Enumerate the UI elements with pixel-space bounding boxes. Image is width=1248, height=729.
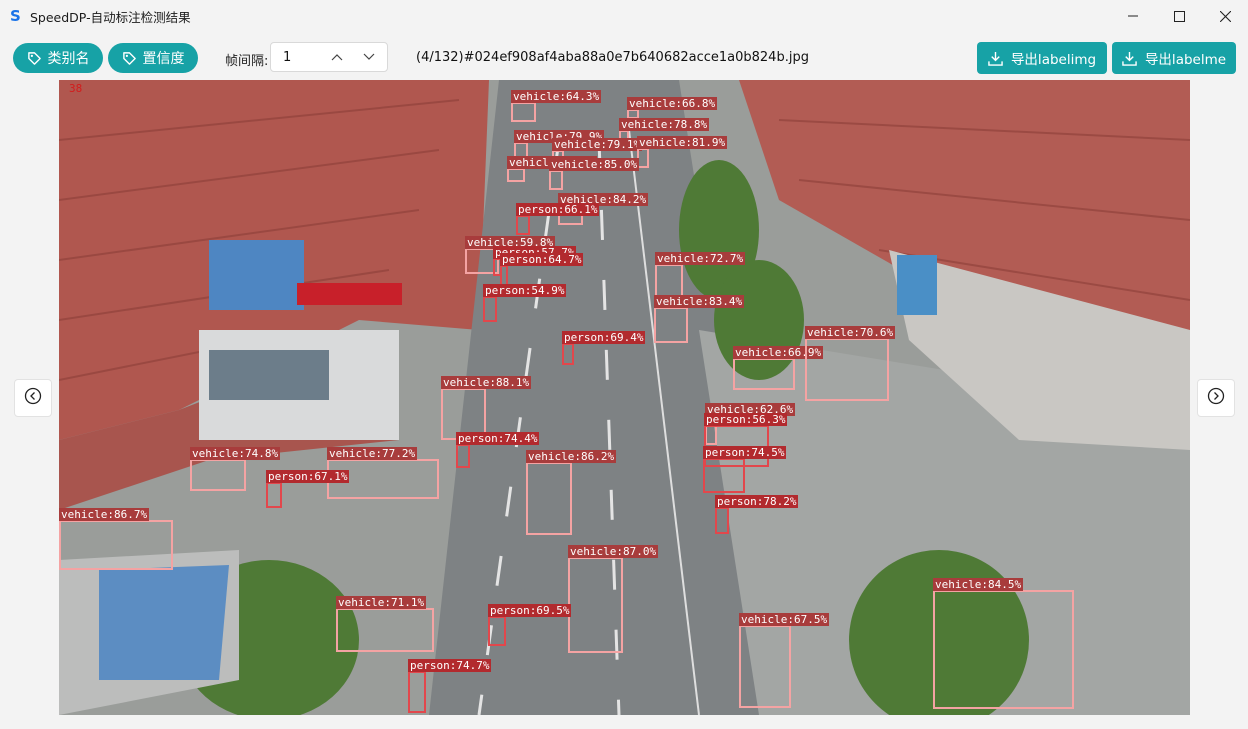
- person-detection-box[interactable]: person:69.5%: [488, 604, 572, 646]
- vehicle-detection-box[interactable]: vehicle:71.1%: [336, 596, 434, 652]
- detection-label: person:56.3%: [704, 413, 788, 426]
- maximize-icon[interactable]: [1156, 0, 1202, 32]
- frame-interval-spinbox[interactable]: 1: [270, 42, 388, 72]
- detection-label: vehicle:78.8%: [619, 118, 710, 131]
- person-detection-box[interactable]: person:66.1%: [516, 203, 600, 235]
- download-icon: [1122, 51, 1137, 66]
- detection-label: vehicle:81.9%: [637, 136, 728, 149]
- person-detection-box[interactable]: person:74.5%: [703, 446, 787, 493]
- detection-label: person:54.9%: [483, 284, 567, 297]
- chevron-up-icon[interactable]: [323, 43, 351, 71]
- detection-label: person:74.4%: [456, 432, 540, 445]
- person-detection-box[interactable]: person:54.9%: [483, 284, 567, 322]
- tag-icon: [27, 51, 42, 66]
- vehicle-detection-box[interactable]: vehicle:87.0%: [568, 545, 659, 653]
- detection-label: vehicle:64.3%: [511, 90, 602, 103]
- detection-label: person:67.1%: [266, 470, 350, 483]
- next-image-button[interactable]: [1197, 379, 1235, 417]
- detection-label: vehicle:86.7%: [59, 508, 150, 521]
- detection-label: person:78.2%: [715, 495, 799, 508]
- vehicle-detection-box[interactable]: vehicle:70.6%: [805, 326, 896, 401]
- close-icon[interactable]: [1202, 0, 1248, 32]
- detection-label: vehicle:83.4%: [654, 295, 745, 308]
- vehicle-detection-box[interactable]: vehicle:67.5%: [739, 613, 830, 708]
- vehicle-detection-box[interactable]: vehicle:66.9%: [733, 346, 824, 390]
- vehicle-detection-box[interactable]: vehicle:65.3%: [507, 156, 598, 182]
- confidence-label: 置信度: [142, 51, 185, 67]
- arrow-right-circle-icon: [1207, 387, 1225, 409]
- detection-label: person:69.5%: [488, 604, 572, 617]
- file-info: (4/132)#024ef908af4aba88a0e7b640682acce1…: [416, 50, 809, 65]
- minimize-icon[interactable]: [1110, 0, 1156, 32]
- person-detection-box[interactable]: person:74.4%: [456, 432, 540, 468]
- download-icon: [988, 51, 1003, 66]
- detection-label: person:74.5%: [703, 446, 787, 459]
- frame-interval-value[interactable]: 1: [283, 50, 291, 65]
- detection-label: vehicle:70.6%: [805, 326, 896, 339]
- frame-number: 38: [69, 82, 83, 95]
- s-logo-icon: S: [10, 7, 21, 25]
- vehicle-detection-box[interactable]: vehicle:83.4%: [654, 295, 745, 343]
- export-labelimg-button[interactable]: 导出labelimg: [977, 42, 1107, 74]
- person-detection-box[interactable]: person:74.7%: [408, 659, 492, 713]
- detection-label: person:64.7%: [500, 253, 584, 266]
- frame-interval-label: 帧间隔:: [225, 54, 269, 69]
- detection-label: vehicle:67.5%: [739, 613, 830, 626]
- class-name-button[interactable]: 类别名: [13, 43, 103, 73]
- detection-label: person:69.4%: [562, 331, 646, 344]
- toolbar: 类别名 置信度 帧间隔: 1 (4/132)#024ef908af4aba88a…: [0, 36, 1248, 80]
- detection-label: vehicle:71.1%: [336, 596, 427, 609]
- detection-label: vehicle:85.0%: [549, 158, 640, 171]
- arrow-left-circle-icon: [24, 387, 42, 409]
- detection-label: person:74.7%: [408, 659, 492, 672]
- window-title: SpeedDP-自动标注检测结果: [30, 9, 191, 25]
- detection-label: vehicle:74.8%: [190, 447, 281, 460]
- window-controls: [1110, 0, 1248, 32]
- vehicle-detection-box[interactable]: vehicle:86.2%: [526, 450, 617, 535]
- detection-label: vehicle:86.2%: [526, 450, 617, 463]
- export-labelimg-label: 导出labelimg: [1010, 52, 1097, 68]
- chevron-down-icon[interactable]: [355, 43, 383, 71]
- vehicle-detection-box[interactable]: vehicle:86.7%: [59, 508, 173, 570]
- tag-icon: [122, 51, 137, 66]
- export-labelme-label: 导出labelme: [1144, 52, 1227, 68]
- person-detection-box[interactable]: person:69.4%: [562, 331, 646, 365]
- detection-image-viewer[interactable]: 38 vehicle:64.3% vehicle:66.8% vehicle:7…: [59, 80, 1190, 715]
- detection-label: vehicle:84.5%: [933, 578, 1024, 591]
- export-labelme-button[interactable]: 导出labelme: [1112, 42, 1236, 74]
- vehicle-detection-box[interactable]: vehicle:64.3%: [511, 90, 602, 122]
- person-detection-box[interactable]: person:67.1%: [266, 470, 350, 508]
- detection-label: vehicle:77.2%: [327, 447, 418, 460]
- person-detection-box[interactable]: person:78.2%: [715, 495, 799, 534]
- confidence-button[interactable]: 置信度: [108, 43, 198, 73]
- vehicle-detection-box[interactable]: vehicle:84.5%: [933, 578, 1074, 709]
- previous-image-button[interactable]: [14, 379, 52, 417]
- class-name-label: 类别名: [47, 51, 90, 67]
- detection-label: vehicle:87.0%: [568, 545, 659, 558]
- detection-label: vehicle:79.1%: [552, 138, 643, 151]
- vehicle-detection-box[interactable]: vehicle:85.0%: [549, 158, 640, 190]
- detection-label: vehicle:66.8%: [627, 97, 718, 110]
- detection-label: vehicle:88.1%: [441, 376, 532, 389]
- vehicle-detection-box[interactable]: vehicle:74.8%: [190, 447, 281, 491]
- detection-label: person:66.1%: [516, 203, 600, 216]
- title-bar: S SpeedDP-自动标注检测结果: [0, 0, 1248, 32]
- detection-label: vehicle:72.7%: [655, 252, 746, 265]
